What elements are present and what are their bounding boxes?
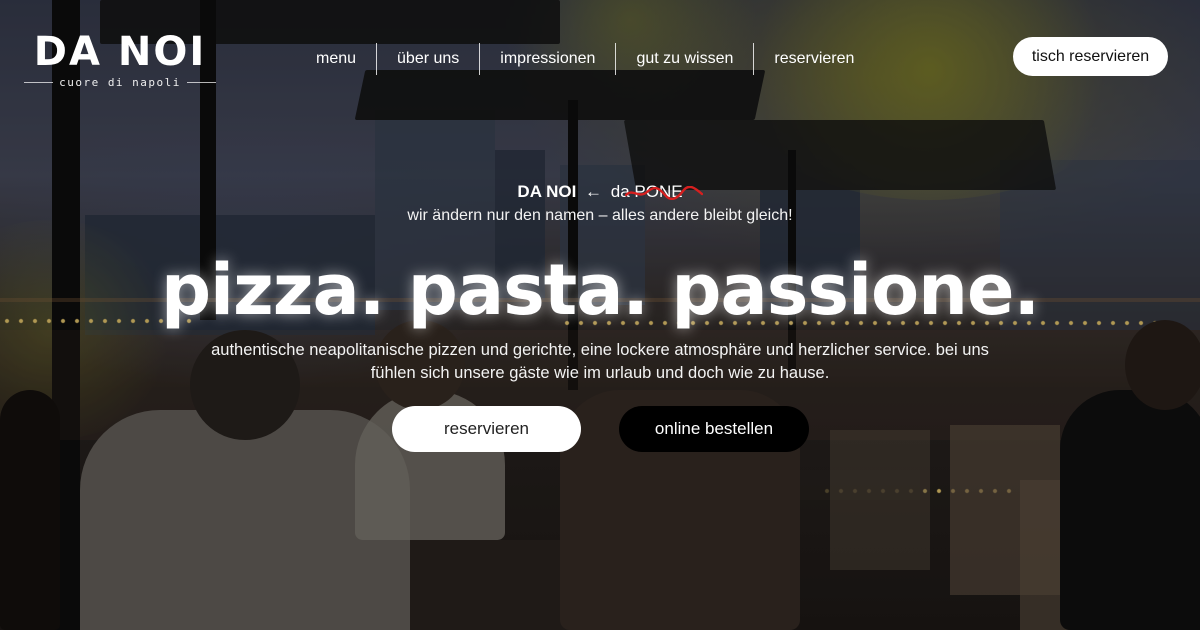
reserve-button[interactable]: reservieren	[392, 406, 581, 452]
nav-item-impressions[interactable]: impressionen	[480, 43, 615, 75]
main-navigation: menu über uns impressionen gut zu wissen…	[296, 43, 874, 75]
brand-tagline: cuore di napoli	[59, 76, 181, 89]
hero-description: authentische neapolitanische pizzen und …	[211, 341, 989, 382]
hero-headline: pizza. pasta. passione.	[160, 249, 1040, 331]
rename-line: DA NOI ← da PONE	[0, 180, 1200, 204]
arrow-left-icon: ←	[585, 182, 603, 201]
brand-logo[interactable]: DA NOI cuore di napoli	[24, 30, 216, 89]
hero-section: DA NOI cuore di napoli menu über uns imp…	[0, 0, 1200, 630]
nav-item-about[interactable]: über uns	[377, 43, 479, 75]
new-name: DA NOI	[517, 182, 577, 201]
rename-subtitle: wir ändern nur den namen – alles andere …	[407, 207, 793, 224]
old-name-wrapper: da PONE	[611, 180, 703, 204]
nav-item-good-to-know[interactable]: gut zu wissen	[616, 43, 753, 75]
nav-item-reserve[interactable]: reservieren	[754, 43, 874, 75]
brand-name: DA NOI	[33, 29, 207, 75]
rename-announcement: DA NOI ← da PONE wir ändern nur den name…	[0, 180, 1200, 228]
brand-tagline-row: cuore di napoli	[24, 76, 216, 89]
nav-item-menu[interactable]: menu	[296, 43, 376, 75]
reserve-table-button[interactable]: tisch reservieren	[1013, 37, 1168, 76]
scribble-strikethrough-icon	[624, 186, 703, 200]
tagline-divider-left	[24, 82, 54, 83]
tagline-divider-right	[186, 82, 216, 83]
order-online-button[interactable]: online bestellen	[619, 406, 809, 452]
